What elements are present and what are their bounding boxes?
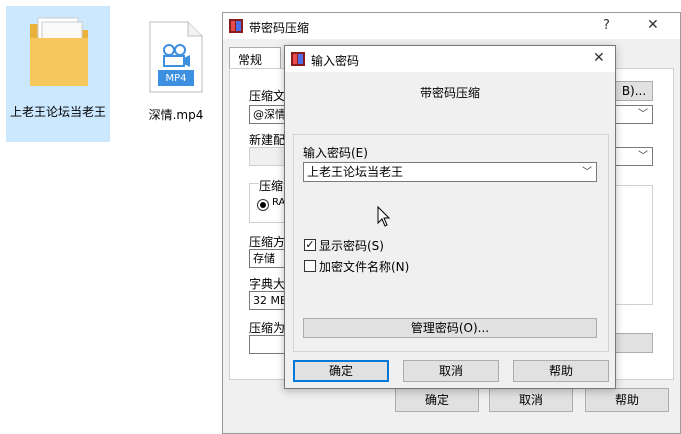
mp4-label: 深情.mp4	[148, 108, 204, 122]
method-select[interactable]: 存储	[249, 249, 289, 268]
password-dialog: 输入密码 ✕ 带密码压缩 输入密码(E) 上老王论坛当老王 ﹀ ✓ 显示密码(S…	[284, 45, 616, 389]
chevron-down-icon: ﹀	[638, 151, 648, 162]
password-dialog-titlebar[interactable]: 输入密码 ✕	[285, 46, 615, 72]
config-select[interactable]	[249, 147, 289, 166]
password-cancel-button[interactable]: 取消	[403, 360, 499, 382]
tab-general[interactable]: 常规	[229, 47, 281, 69]
desktop-folder[interactable]: 上老王论坛当老王	[6, 6, 110, 142]
folder-label: 上老王论坛当老王	[10, 105, 107, 119]
main-help-button[interactable]: 帮助	[585, 388, 669, 412]
options-select[interactable]: ﹀	[615, 147, 653, 166]
checkmark-icon: ✓	[305, 238, 315, 251]
mp4-badge: MP4	[165, 73, 187, 84]
password-input-value: 上老王论坛当老王	[307, 165, 404, 179]
main-cancel-button[interactable]: 取消	[489, 388, 573, 412]
show-password-checkbox[interactable]: ✓	[304, 239, 316, 251]
compress-file-label: 压缩文	[249, 89, 286, 103]
password-dialog-heading: 带密码压缩	[419, 86, 480, 100]
new-config-label: 新建配	[249, 133, 286, 147]
password-dialog-title: 输入密码	[311, 54, 360, 68]
save-options-button[interactable]	[615, 333, 653, 353]
rar-radio[interactable]	[257, 199, 269, 211]
desktop-mp4-file[interactable]: MP4 深情.mp4	[128, 10, 224, 122]
winrar-icon	[229, 19, 243, 33]
filename-field[interactable]: @深情.	[249, 105, 289, 124]
encrypt-names-checkbox[interactable]	[304, 260, 316, 272]
dict-size-select[interactable]: 32 MB	[249, 291, 289, 310]
password-ok-button[interactable]: 确定	[293, 360, 389, 382]
chevron-down-icon: ﹀	[638, 109, 648, 120]
format-group-label: 压缩	[259, 177, 284, 194]
winrar-icon	[291, 52, 305, 66]
main-ok-button[interactable]: 确定	[395, 388, 479, 412]
password-help-button[interactable]: 帮助	[513, 360, 609, 382]
show-password-label: 显示密码(S)	[319, 239, 384, 253]
compress-dialog-titlebar[interactable]: 带密码压缩 ? ✕	[223, 13, 680, 39]
method-label: 压缩方	[249, 235, 286, 249]
browse-button[interactable]: B)...	[615, 81, 653, 101]
password-label: 输入密码(E)	[303, 146, 368, 160]
dict-size-label: 字典大	[249, 277, 286, 291]
encrypt-names-label: 加密文件名称(N)	[319, 260, 410, 274]
help-icon[interactable]: ?	[603, 18, 610, 33]
update-mode-select[interactable]: ﹀	[615, 105, 653, 124]
folder-icon	[30, 17, 88, 86]
split-label: 压缩为	[249, 321, 286, 335]
options-group	[615, 185, 653, 305]
tab-general-label: 常规	[238, 53, 263, 67]
close-icon[interactable]: ✕	[593, 50, 605, 66]
manage-passwords-button[interactable]: 管理密码(O)...	[303, 318, 597, 338]
split-field[interactable]	[249, 335, 289, 354]
radio-dot	[260, 202, 266, 208]
password-input[interactable]: 上老王论坛当老王 ﹀	[303, 162, 597, 182]
compress-dialog-title: 带密码压缩	[249, 21, 310, 35]
mouse-cursor-icon	[377, 206, 391, 227]
chevron-down-icon: ﹀	[582, 167, 592, 178]
close-icon[interactable]: ✕	[647, 17, 659, 33]
